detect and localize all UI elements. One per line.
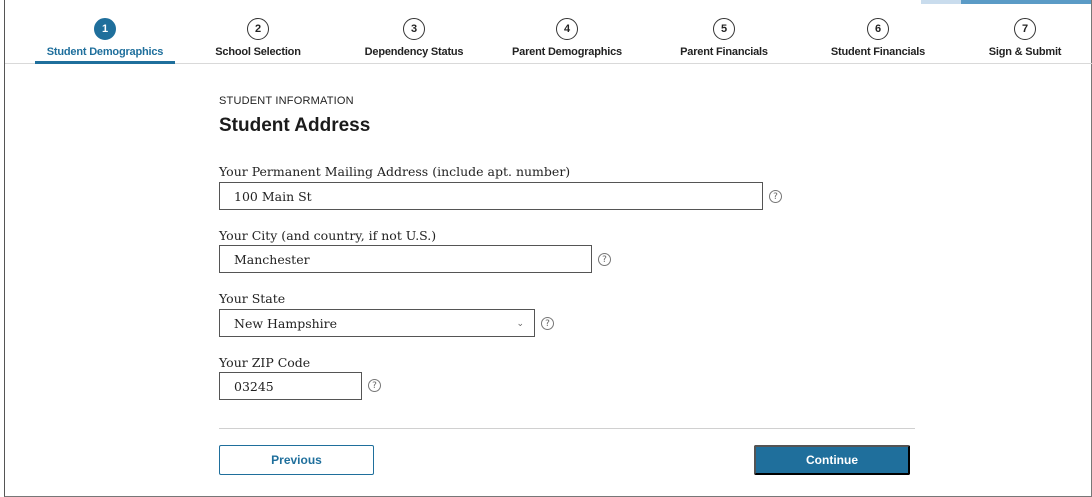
step-student-financials[interactable]: 6 Student Financials [819,18,937,64]
step-number-6: 6 [867,18,889,40]
address-label: Your Permanent Mailing Address (include … [219,164,571,179]
step-label: Sign & Submit [988,46,1062,58]
state-label: Your State [219,291,286,306]
city-help-icon[interactable]: ? [598,253,611,266]
zip-input[interactable]: 03245 [219,372,362,400]
progress-stepper: 1 Student Demographics 2 School Selectio… [5,0,1092,64]
step-number-3: 3 [403,18,425,40]
step-label: Dependency Status [364,46,464,58]
step-parent-demographics[interactable]: 4 Parent Demographics [505,18,629,64]
step-sign-submit[interactable]: 7 Sign & Submit [980,18,1070,64]
city-input[interactable]: Manchester [219,245,592,273]
step-parent-financials[interactable]: 5 Parent Financials [669,18,779,64]
step-number-2: 2 [247,18,269,40]
zip-label: Your ZIP Code [219,355,311,370]
chevron-down-icon: ⌄ [516,319,524,329]
step-label: Student Financials [830,46,926,58]
state-select-value: New Hampshire [234,315,338,331]
application-frame: 1 Student Demographics 2 School Selectio… [4,0,1092,497]
step-label: Parent Demographics [512,46,622,58]
section-kicker: STUDENT INFORMATION [219,95,354,107]
step-school-selection[interactable]: 2 School Selection [203,18,313,64]
form-divider [219,428,915,429]
address-help-icon[interactable]: ? [769,190,782,203]
step-label: Parent Financials [680,46,768,58]
step-student-demographics[interactable]: 1 Student Demographics [35,12,175,64]
state-help-icon[interactable]: ? [541,317,554,330]
address-input[interactable]: 100 Main St [219,182,763,210]
step-label: Student Demographics [46,46,164,58]
step-number-7: 7 [1014,18,1036,40]
page-title: Student Address [219,115,371,136]
step-number-4: 4 [556,18,578,40]
step-label: School Selection [215,46,301,58]
city-label: Your City (and country, if not U.S.) [219,228,437,243]
step-number-5: 5 [713,18,735,40]
step-number-1: 1 [94,18,116,40]
state-select[interactable]: New Hampshire ⌄ [219,309,535,337]
previous-button[interactable]: Previous [219,445,374,475]
continue-button[interactable]: Continue [754,445,910,475]
step-dependency-status[interactable]: 3 Dependency Status [355,18,473,64]
zip-help-icon[interactable]: ? [368,379,381,392]
